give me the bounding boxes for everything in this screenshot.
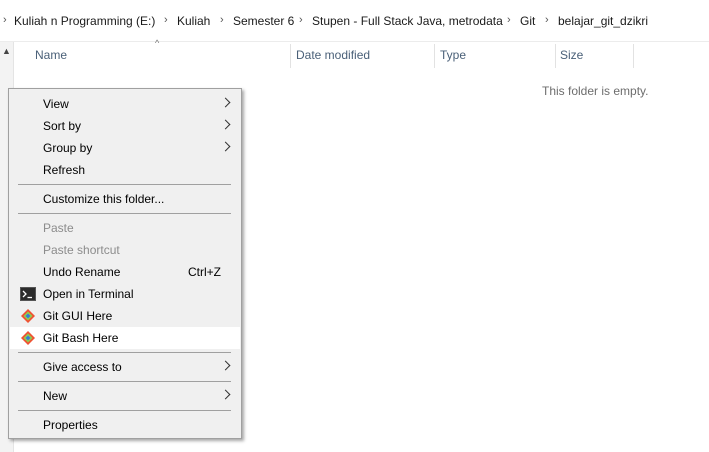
menu-item-label: Sort by — [43, 119, 82, 133]
breadcrumb-current-folder[interactable]: belajar_git_dzikri — [558, 14, 648, 28]
column-header-type[interactable]: Type — [440, 48, 466, 62]
menu-item-label: Open in Terminal — [43, 287, 134, 301]
menu-item-label: New — [43, 389, 68, 403]
menu-item-open-in-terminal[interactable]: Open in Terminal — [10, 283, 240, 305]
menu-item-label: Customize this folder... — [43, 192, 165, 206]
menu-item-sort-by[interactable]: Sort by — [10, 115, 240, 137]
breadcrumb-git[interactable]: Git — [520, 14, 535, 28]
column-header-size[interactable]: Size — [560, 48, 583, 62]
chevron-right-icon[interactable]: › — [299, 14, 303, 26]
submenu-arrow-icon — [220, 141, 231, 152]
menu-separator — [18, 381, 231, 382]
menu-item-paste-shortcut: Paste shortcut — [10, 239, 240, 261]
submenu-arrow-icon — [220, 119, 231, 130]
menu-item-label: Paste — [43, 221, 74, 235]
breadcrumb-drive[interactable]: Kuliah n Programming (E:) — [14, 14, 155, 28]
chevron-right-icon[interactable]: › — [545, 14, 549, 26]
menu-item-label: Undo Rename — [43, 265, 121, 279]
sort-ascending-icon: ^ — [155, 38, 160, 48]
menu-item-git-bash-here[interactable]: Git Bash Here — [10, 327, 240, 349]
menu-item-undo-rename[interactable]: Undo Rename Ctrl+Z — [10, 261, 240, 283]
menu-separator — [18, 184, 231, 185]
menu-item-label: Git Bash Here — [43, 331, 119, 345]
menu-item-label: Paste shortcut — [43, 243, 120, 257]
submenu-arrow-icon — [220, 360, 231, 371]
menu-item-view[interactable]: View — [10, 93, 240, 115]
menu-separator — [18, 213, 231, 214]
menu-item-give-access-to[interactable]: Give access to — [10, 356, 240, 378]
submenu-arrow-icon — [220, 97, 231, 108]
menu-item-label: Git GUI Here — [43, 309, 113, 323]
menu-item-group-by[interactable]: Group by — [10, 137, 240, 159]
menu-item-label: Group by — [43, 141, 93, 155]
menu-item-label: Properties — [43, 418, 98, 432]
chevron-right-icon[interactable]: › — [164, 14, 168, 26]
menu-item-customize-folder[interactable]: Customize this folder... — [10, 188, 240, 210]
column-divider[interactable] — [555, 44, 556, 68]
empty-folder-message: This folder is empty. — [542, 84, 649, 98]
column-header-date-modified[interactable]: Date modified — [296, 48, 370, 62]
breadcrumb-stupen[interactable]: Stupen - Full Stack Java, metrodata — [312, 14, 503, 28]
menu-item-paste: Paste — [10, 217, 240, 239]
menu-item-new[interactable]: New — [10, 385, 240, 407]
menu-item-properties[interactable]: Properties — [10, 414, 240, 436]
menu-item-git-gui-here[interactable]: Git GUI Here — [10, 305, 240, 327]
keyboard-shortcut: Ctrl+Z — [188, 265, 221, 279]
chevron-right-icon[interactable]: › — [3, 14, 7, 26]
menu-item-refresh[interactable]: Refresh — [10, 159, 240, 181]
git-diamond-icon — [21, 309, 35, 323]
menu-item-label: View — [43, 97, 69, 111]
column-divider[interactable] — [290, 44, 291, 68]
context-menu: View Sort by Group by Refresh Customize … — [8, 88, 242, 439]
chevron-right-icon[interactable]: › — [220, 14, 224, 26]
submenu-arrow-icon — [220, 389, 231, 400]
menu-separator — [18, 410, 231, 411]
column-divider[interactable] — [633, 44, 634, 68]
chevron-right-icon[interactable]: › — [507, 14, 511, 26]
menu-item-label: Refresh — [43, 163, 86, 177]
column-divider[interactable] — [434, 44, 435, 68]
address-bar[interactable]: › Kuliah n Programming (E:) › Kuliah › S… — [0, 0, 709, 42]
terminal-icon — [20, 287, 36, 301]
breadcrumb-kuliah[interactable]: Kuliah — [177, 14, 210, 28]
column-header-name[interactable]: Name — [35, 48, 67, 62]
git-diamond-icon — [21, 331, 35, 345]
menu-item-label: Give access to — [43, 360, 122, 374]
scroll-up-icon[interactable]: ▲ — [2, 46, 11, 56]
menu-separator — [18, 352, 231, 353]
breadcrumb-semester[interactable]: Semester 6 — [233, 14, 294, 28]
